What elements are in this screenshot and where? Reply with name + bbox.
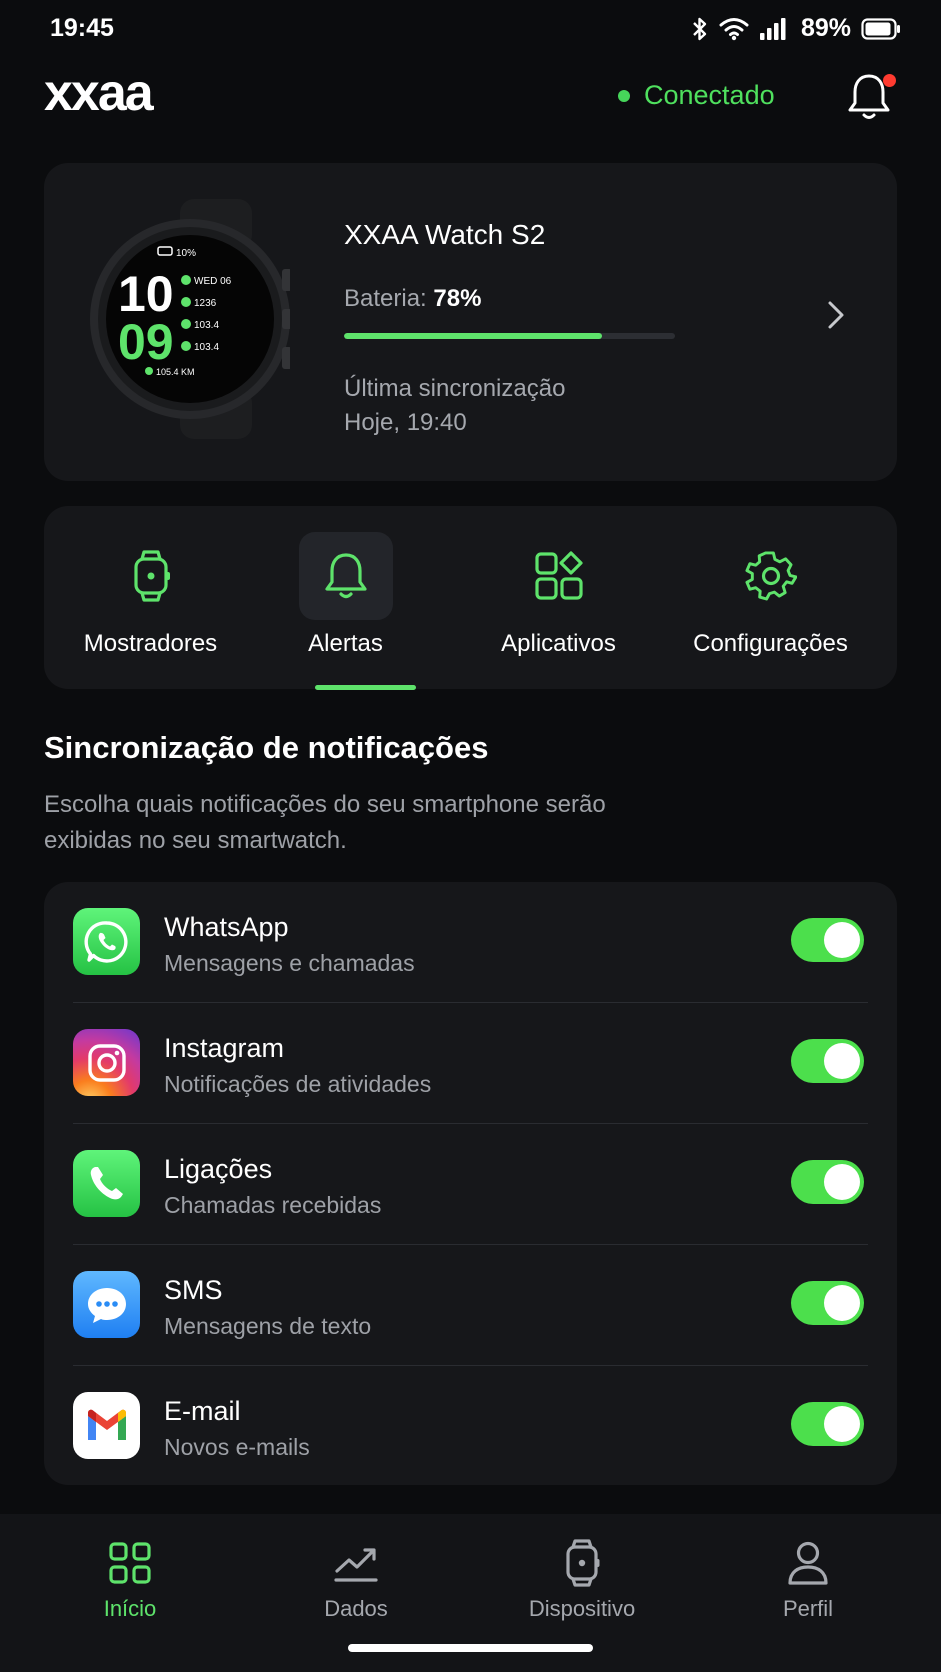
sms-toggle[interactable] — [791, 1281, 864, 1325]
watch-face-stat-3: 103.4 — [194, 342, 219, 353]
app-description: Notificações de atividades — [164, 1071, 432, 1097]
nav-dispositivo[interactable]: Dispositivo — [502, 1538, 662, 1628]
whatsapp-toggle[interactable] — [791, 918, 864, 962]
brand-logo-text: xxaa — [44, 70, 155, 116]
tab-label: Alertas — [308, 630, 383, 657]
last-sync-label: Última sincronização — [344, 375, 566, 402]
status-bar: 19:45 89% — [0, 0, 941, 60]
app-description: Mensagens e chamadas — [164, 950, 415, 976]
battery-label: Bateria: — [344, 285, 427, 312]
battery-percentage: 89% — [800, 14, 851, 42]
tab-label: Mostradores — [83, 630, 218, 657]
chevron-right-icon[interactable] — [826, 299, 846, 336]
nav-inicio[interactable]: Início — [50, 1538, 210, 1628]
chart-icon — [331, 1538, 381, 1588]
app-name: Ligações — [164, 1154, 273, 1184]
device-name: XXAA Watch S2 — [344, 219, 546, 250]
app-name: Instagram — [164, 1033, 285, 1063]
tab-configuracoes[interactable]: Configurações — [664, 506, 877, 689]
watch-face-battery: 10% — [176, 248, 196, 259]
ligacoes-toggle[interactable] — [791, 1160, 864, 1204]
toggle-knob — [824, 1285, 860, 1321]
tab-label: Configurações — [693, 630, 848, 657]
toggle-knob — [824, 1164, 860, 1200]
battery-row: Bateria: 78% — [344, 285, 481, 313]
list-item-whatsapp[interactable]: WhatsApp Mensagens e chamadas — [44, 882, 897, 1003]
phone-icon — [73, 1150, 140, 1217]
watch-face-minute: 09 — [118, 314, 174, 370]
quick-tabs: Mostradores Alertas Aplicativos Configur… — [44, 506, 897, 689]
list-item-sms[interactable]: SMS Mensagens de texto — [44, 1245, 897, 1366]
battery-value: 78% — [433, 285, 482, 312]
section-description: Escolha quais notificações do seu smartp… — [44, 791, 606, 854]
connection-label: Conectado — [644, 80, 775, 110]
screen: 19:45 89% xxaa Conectado 10% 10 09 WED 0… — [0, 0, 941, 1672]
apps-icon — [512, 532, 606, 620]
notification-app-list: WhatsApp Mensagens e chamadas Instagram … — [44, 882, 897, 1485]
bell-icon — [298, 532, 393, 620]
list-item-instagram[interactable]: Instagram Notificações de atividades — [44, 1003, 897, 1124]
watch-face-distance: 105.4 KM — [156, 367, 195, 377]
active-tab-indicator — [315, 685, 416, 690]
app-description: Chamadas recebidas — [164, 1192, 382, 1218]
app-description: Mensagens de texto — [164, 1313, 372, 1339]
home-indicator[interactable] — [348, 1644, 593, 1652]
bluetooth-icon — [691, 16, 709, 42]
status-icons: 89% — [691, 14, 901, 43]
toggle-knob — [824, 922, 860, 958]
list-item-ligacoes[interactable]: Ligações Chamadas recebidas — [44, 1124, 897, 1245]
battery-icon — [861, 17, 901, 40]
toggle-knob — [824, 1043, 860, 1079]
whatsapp-icon — [73, 908, 140, 975]
signal-icon — [759, 17, 787, 41]
watch-face-date: WED 06 — [194, 276, 232, 287]
watch-face-stat-2: 103.4 — [194, 320, 219, 331]
instagram-toggle[interactable] — [791, 1039, 864, 1083]
device-card[interactable]: 10% 10 09 WED 06 1236 103.4 103.4 105.4 … — [44, 163, 897, 481]
nav-label: Dados — [324, 1596, 388, 1621]
watch-icon — [104, 532, 198, 620]
status-time: 19:45 — [50, 14, 114, 42]
tab-aplicativos[interactable]: Aplicativos — [452, 506, 665, 689]
home-grid-icon — [105, 1538, 155, 1588]
section-title: Sincronização de notificações — [44, 730, 489, 765]
battery-bar — [344, 333, 675, 339]
gmail-icon — [73, 1392, 140, 1459]
brand-logo: xxaa — [44, 64, 194, 122]
app-name: E-mail — [164, 1396, 241, 1426]
user-icon — [783, 1538, 833, 1588]
notifications-button[interactable] — [846, 70, 896, 126]
connection-status: Conectado — [618, 80, 775, 111]
watch-icon — [557, 1538, 607, 1588]
tab-mostradores[interactable]: Mostradores — [44, 506, 257, 689]
notification-badge — [883, 74, 896, 87]
tab-label: Aplicativos — [501, 630, 616, 657]
list-item-email[interactable]: E-mail Novos e-mails — [44, 1366, 897, 1485]
instagram-icon — [73, 1029, 140, 1096]
toggle-knob — [824, 1406, 860, 1442]
wifi-icon — [719, 17, 749, 41]
app-description: Novos e-mails — [164, 1434, 310, 1460]
battery-bar-fill — [344, 333, 603, 339]
app-name: SMS — [164, 1275, 223, 1305]
nav-label: Início — [103, 1596, 157, 1621]
app-name: WhatsApp — [164, 912, 289, 942]
connected-dot-icon — [618, 89, 630, 102]
watch-face-stat-1: 1236 — [194, 298, 217, 309]
watch-image: 10% 10 09 WED 06 1236 103.4 103.4 105.4 … — [90, 199, 292, 439]
nav-dados[interactable]: Dados — [276, 1538, 436, 1628]
tab-alertas[interactable]: Alertas — [239, 506, 452, 689]
gear-icon — [724, 532, 818, 620]
email-toggle[interactable] — [791, 1402, 864, 1446]
last-sync-value: Hoje, 19:40 — [344, 409, 467, 436]
sms-icon — [73, 1271, 140, 1338]
nav-perfil[interactable]: Perfil — [728, 1538, 888, 1628]
nav-label: Perfil — [782, 1596, 834, 1621]
nav-label: Dispositivo — [528, 1596, 636, 1621]
